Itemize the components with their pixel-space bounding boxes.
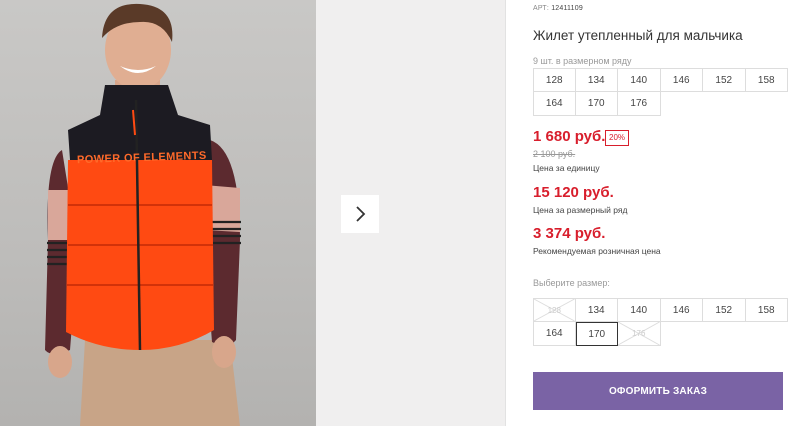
size-option[interactable]: 140 [618,298,661,322]
size-option-selected[interactable]: 170 [575,322,618,346]
size-option[interactable]: 146 [660,298,703,322]
boy-in-vest-photo [45,3,241,426]
retail-price-label: Рекомендуемая розничная цена [533,246,661,256]
product-gallery: POWER OF ELEMENTS [0,0,505,426]
size-option-disabled: 176 [618,322,661,346]
size-row-item: 128 [533,68,576,92]
size-row-item: 134 [575,68,618,92]
row-price: 15 120 руб. [533,184,614,201]
size-row-note: 9 шт. в размерном ряду [533,56,632,66]
size-option[interactable]: 134 [575,298,618,322]
place-order-button[interactable]: ОФОРМИТЬ ЗАКАЗ [533,372,783,410]
product-title: Жилет утепленный для мальчика [533,28,743,43]
size-row-grid: 128 134 140 146 152 158 164 170 176 [533,68,788,116]
row-price-label: Цена за размерный ряд [533,205,628,215]
choose-size-label: Выберите размер: [533,278,610,288]
unit-price-label: Цена за единицу [533,163,600,173]
size-picker-grid: 128 134 140 146 152 158 164 170 176 [533,298,788,346]
article-number: АРТ: 12411109 [533,5,583,12]
article-value: 12411109 [551,5,583,12]
size-row-item: 152 [703,68,746,92]
size-option[interactable]: 164 [533,322,576,346]
old-price: 2 100 руб. [533,149,576,159]
size-option[interactable]: 158 [745,298,788,322]
size-row-item: 176 [618,92,661,116]
size-option-disabled: 128 [533,298,576,322]
product-photo[interactable]: POWER OF ELEMENTS [0,0,316,426]
size-option-label: 128 [547,305,561,315]
next-image-button[interactable] [341,195,379,233]
size-row-item: 164 [533,92,576,116]
discount-badge: 20% [605,130,630,146]
chevron-right-icon [356,206,366,222]
unit-price: 1 680 руб. [533,128,606,145]
panel-divider [505,0,506,426]
retail-price: 3 374 руб. [533,225,606,242]
article-label: АРТ: [533,5,550,12]
size-option[interactable]: 152 [703,298,746,322]
size-option-label: 176 [632,329,646,338]
size-row-item: 146 [660,68,703,92]
size-row-item: 170 [575,92,618,116]
size-row-item: 158 [745,68,788,92]
size-row-item: 140 [618,68,661,92]
